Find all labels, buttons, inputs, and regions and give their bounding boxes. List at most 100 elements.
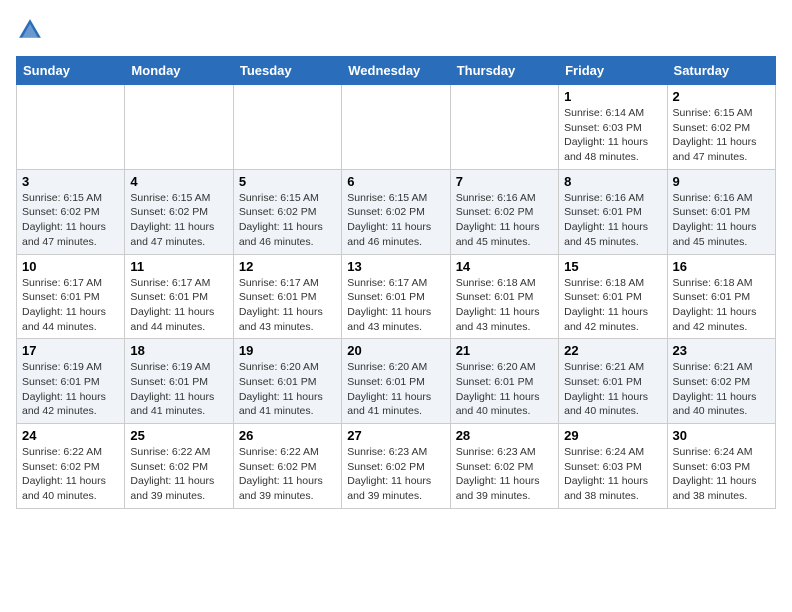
calendar-cell: 1 Sunrise: 6:14 AM Sunset: 6:03 PM Daylig… [559, 85, 667, 170]
day-number: 2 [673, 89, 770, 104]
calendar-cell: 14 Sunrise: 6:18 AM Sunset: 6:01 PM Dayli… [450, 254, 558, 339]
day-info: Sunrise: 6:17 AM Sunset: 6:01 PM Dayligh… [347, 276, 444, 335]
day-number: 20 [347, 343, 444, 358]
calendar-cell [125, 85, 233, 170]
calendar-cell: 12 Sunrise: 6:17 AM Sunset: 6:01 PM Dayli… [233, 254, 341, 339]
calendar-cell [233, 85, 341, 170]
day-info: Sunrise: 6:22 AM Sunset: 6:02 PM Dayligh… [130, 445, 227, 504]
day-info: Sunrise: 6:15 AM Sunset: 6:02 PM Dayligh… [673, 106, 770, 165]
day-number: 10 [22, 259, 119, 274]
calendar-week-row: 3 Sunrise: 6:15 AM Sunset: 6:02 PM Daylig… [17, 169, 776, 254]
calendar-cell: 22 Sunrise: 6:21 AM Sunset: 6:01 PM Dayli… [559, 339, 667, 424]
day-info: Sunrise: 6:16 AM Sunset: 6:01 PM Dayligh… [564, 191, 661, 250]
calendar-cell: 17Sunrise: 6:19 AM Sunset: 6:01 PM Dayli… [17, 339, 125, 424]
calendar-cell: 5 Sunrise: 6:15 AM Sunset: 6:02 PM Daylig… [233, 169, 341, 254]
day-info: Sunrise: 6:20 AM Sunset: 6:01 PM Dayligh… [239, 360, 336, 419]
day-number: 22 [564, 343, 661, 358]
weekday-header: Sunday [17, 57, 125, 85]
day-info: Sunrise: 6:23 AM Sunset: 6:02 PM Dayligh… [347, 445, 444, 504]
day-info: Sunrise: 6:20 AM Sunset: 6:01 PM Dayligh… [456, 360, 553, 419]
calendar-week-row: 17 Sunrise: 6:19 AM Sunset: 6:01 PM Dayli… [17, 339, 776, 424]
day-info: Sunrise: 6:18 AM Sunset: 6:01 PM Dayligh… [456, 276, 553, 335]
logo [16, 16, 48, 44]
day-number: 3 [22, 174, 119, 189]
calendar-cell: 18 Sunrise: 6:19 AM Sunset: 6:01 PM Dayli… [125, 339, 233, 424]
calendar-week-row: 24 Sunrise: 6:22 AM Sunset: 6:02 PM Dayli… [17, 424, 776, 509]
day-number: 19 [239, 343, 336, 358]
day-number: 16 [673, 259, 770, 274]
calendar-cell: 28 Sunrise: 6:23 AM Sunset: 6:02 PM Dayli… [450, 424, 558, 509]
day-number: 24 [22, 428, 119, 443]
calendar-week-row: 10 Sunrise: 6:17 AM Sunset: 6:01 PM Dayli… [17, 254, 776, 339]
calendar-cell: 8 Sunrise: 6:16 AM Sunset: 6:01 PM Daylig… [559, 169, 667, 254]
calendar-cell: 21 Sunrise: 6:20 AM Sunset: 6:01 PM Dayli… [450, 339, 558, 424]
weekday-header: Monday [125, 57, 233, 85]
day-info: Sunrise: 6:14 AM Sunset: 6:03 PM Dayligh… [564, 106, 661, 165]
day-info: Sunrise: 6:15 AM Sunset: 6:02 PM Dayligh… [130, 191, 227, 250]
day-info: Sunrise: 6:24 AM Sunset: 6:03 PM Dayligh… [564, 445, 661, 504]
calendar-table: SundayMondayTuesdayWednesdayThursdayFrid… [16, 56, 776, 509]
day-info: Sunrise: 6:18 AM Sunset: 6:01 PM Dayligh… [673, 276, 770, 335]
day-number: 27 [347, 428, 444, 443]
day-number: 26 [239, 428, 336, 443]
day-info: Sunrise: 6:15 AM Sunset: 6:02 PM Dayligh… [347, 191, 444, 250]
day-info: Sunrise: 6:24 AM Sunset: 6:03 PM Dayligh… [673, 445, 770, 504]
weekday-header: Wednesday [342, 57, 450, 85]
logo-icon [16, 16, 44, 44]
calendar-cell: 9 Sunrise: 6:16 AM Sunset: 6:01 PM Daylig… [667, 169, 775, 254]
day-info: Sunrise: 6:17 AM Sunset: 6:01 PM Dayligh… [130, 276, 227, 335]
calendar-cell: 20 Sunrise: 6:20 AM Sunset: 6:01 PM Dayli… [342, 339, 450, 424]
day-number: 7 [456, 174, 553, 189]
calendar-cell: 4 Sunrise: 6:15 AM Sunset: 6:02 PM Daylig… [125, 169, 233, 254]
day-info: Sunrise: 6:17 AM Sunset: 6:01 PM Dayligh… [239, 276, 336, 335]
day-number: 6 [347, 174, 444, 189]
calendar-cell: 11 Sunrise: 6:17 AM Sunset: 6:01 PM Dayli… [125, 254, 233, 339]
day-info: Sunrise: 6:17 AM Sunset: 6:01 PM Dayligh… [22, 276, 119, 335]
day-number: 18 [130, 343, 227, 358]
day-info: Sunrise: 6:20 AM Sunset: 6:01 PM Dayligh… [347, 360, 444, 419]
day-number: 28 [456, 428, 553, 443]
day-info: Sunrise: 6:18 AM Sunset: 6:01 PM Dayligh… [564, 276, 661, 335]
weekday-header: Tuesday [233, 57, 341, 85]
day-info: Sunrise: 6:15 AM Sunset: 6:02 PM Dayligh… [239, 191, 336, 250]
day-info: Sunrise: 6:19 AM Sunset: 6:01 PM Dayligh… [130, 360, 227, 419]
day-info: Sunrise: 6:21 AM Sunset: 6:01 PM Dayligh… [564, 360, 661, 419]
day-info: Sunrise: 6:16 AM Sunset: 6:02 PM Dayligh… [456, 191, 553, 250]
day-number: 17 [22, 343, 119, 358]
calendar-week-row: 1 Sunrise: 6:14 AM Sunset: 6:03 PM Daylig… [17, 85, 776, 170]
calendar-cell: 13Sunrise: 6:17 AM Sunset: 6:01 PM Dayli… [342, 254, 450, 339]
day-number: 5 [239, 174, 336, 189]
day-number: 8 [564, 174, 661, 189]
calendar-cell [450, 85, 558, 170]
day-info: Sunrise: 6:23 AM Sunset: 6:02 PM Dayligh… [456, 445, 553, 504]
day-number: 1 [564, 89, 661, 104]
page-header [16, 16, 776, 44]
calendar-cell: 27 Sunrise: 6:23 AM Sunset: 6:02 PM Dayli… [342, 424, 450, 509]
calendar-cell: 6 Sunrise: 6:15 AM Sunset: 6:02 PM Daylig… [342, 169, 450, 254]
day-number: 29 [564, 428, 661, 443]
calendar-cell: 2 Sunrise: 6:15 AM Sunset: 6:02 PM Daylig… [667, 85, 775, 170]
day-number: 21 [456, 343, 553, 358]
day-number: 23 [673, 343, 770, 358]
day-number: 12 [239, 259, 336, 274]
day-info: Sunrise: 6:22 AM Sunset: 6:02 PM Dayligh… [239, 445, 336, 504]
weekday-header: Friday [559, 57, 667, 85]
calendar-cell: 15Sunrise: 6:18 AM Sunset: 6:01 PM Dayli… [559, 254, 667, 339]
day-number: 11 [130, 259, 227, 274]
calendar-cell: 24 Sunrise: 6:22 AM Sunset: 6:02 PM Dayli… [17, 424, 125, 509]
day-info: Sunrise: 6:16 AM Sunset: 6:01 PM Dayligh… [673, 191, 770, 250]
day-info: Sunrise: 6:21 AM Sunset: 6:02 PM Dayligh… [673, 360, 770, 419]
calendar-cell: 7 Sunrise: 6:16 AM Sunset: 6:02 PM Daylig… [450, 169, 558, 254]
calendar-cell: 25Sunrise: 6:22 AM Sunset: 6:02 PM Dayli… [125, 424, 233, 509]
calendar-cell: 19 Sunrise: 6:20 AM Sunset: 6:01 PM Dayli… [233, 339, 341, 424]
day-number: 14 [456, 259, 553, 274]
calendar-cell [17, 85, 125, 170]
weekday-header: Saturday [667, 57, 775, 85]
day-number: 30 [673, 428, 770, 443]
calendar-cell [342, 85, 450, 170]
day-number: 4 [130, 174, 227, 189]
day-number: 9 [673, 174, 770, 189]
calendar-cell: 30 Sunrise: 6:24 AM Sunset: 6:03 PM Dayli… [667, 424, 775, 509]
calendar-cell: 23 Sunrise: 6:21 AM Sunset: 6:02 PM Dayli… [667, 339, 775, 424]
day-info: Sunrise: 6:22 AM Sunset: 6:02 PM Dayligh… [22, 445, 119, 504]
